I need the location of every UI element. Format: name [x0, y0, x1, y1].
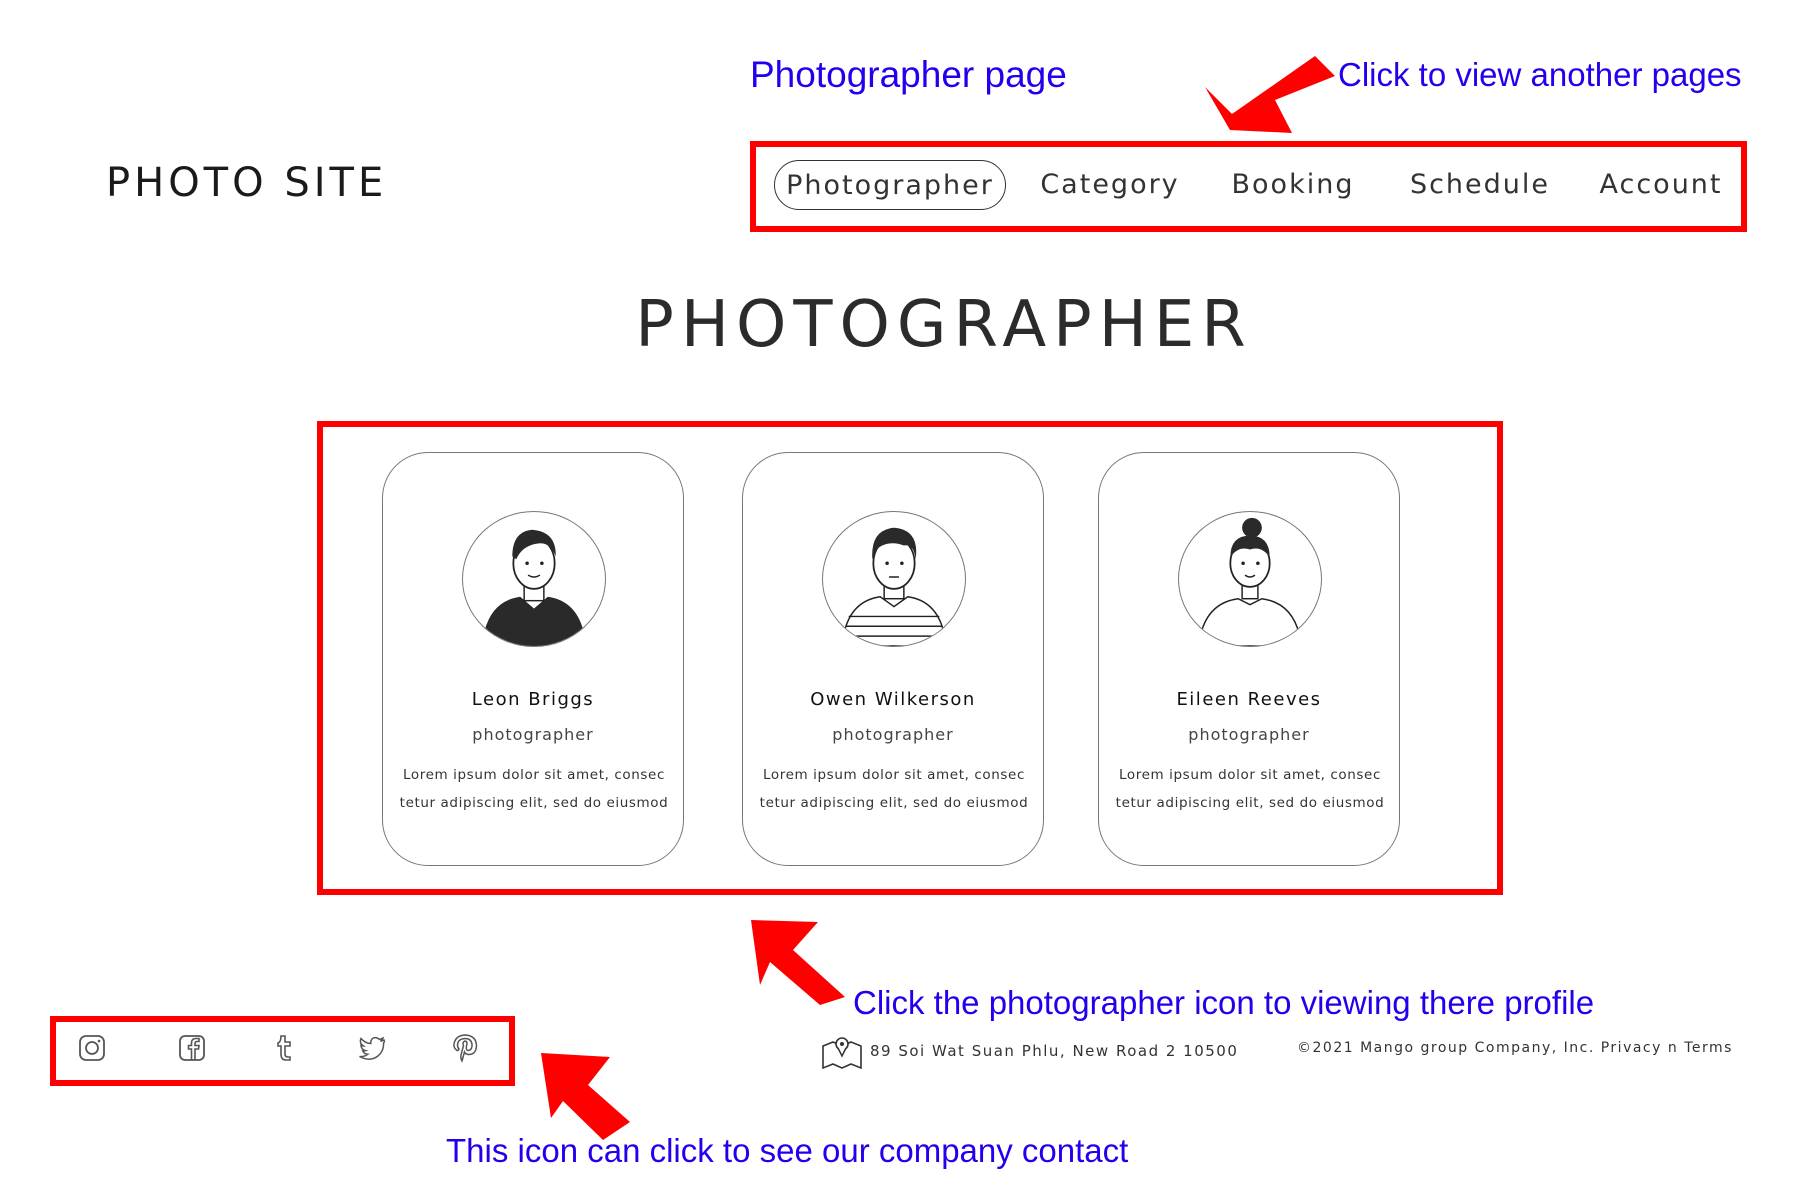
footer-copyright[interactable]: ©2021 Mango group Company, Inc. Privacy …: [1297, 1040, 1733, 1056]
footer-address: 89 Soi Wat Suan Phlu, New Road 2 10500: [870, 1042, 1239, 1060]
page-title: PHOTOGRAPHER: [635, 288, 1253, 362]
map-icon: [821, 1034, 863, 1070]
arrow-social: [541, 1053, 630, 1140]
site-logo[interactable]: PHOTO SITE: [106, 160, 387, 206]
arrow-nav: [1205, 56, 1335, 133]
arrow-cards: [751, 920, 845, 1005]
annotation-nav-highlight: [750, 141, 1747, 232]
annotation-social-highlight: [50, 1016, 515, 1086]
annotation-cards-highlight: [317, 421, 1503, 895]
